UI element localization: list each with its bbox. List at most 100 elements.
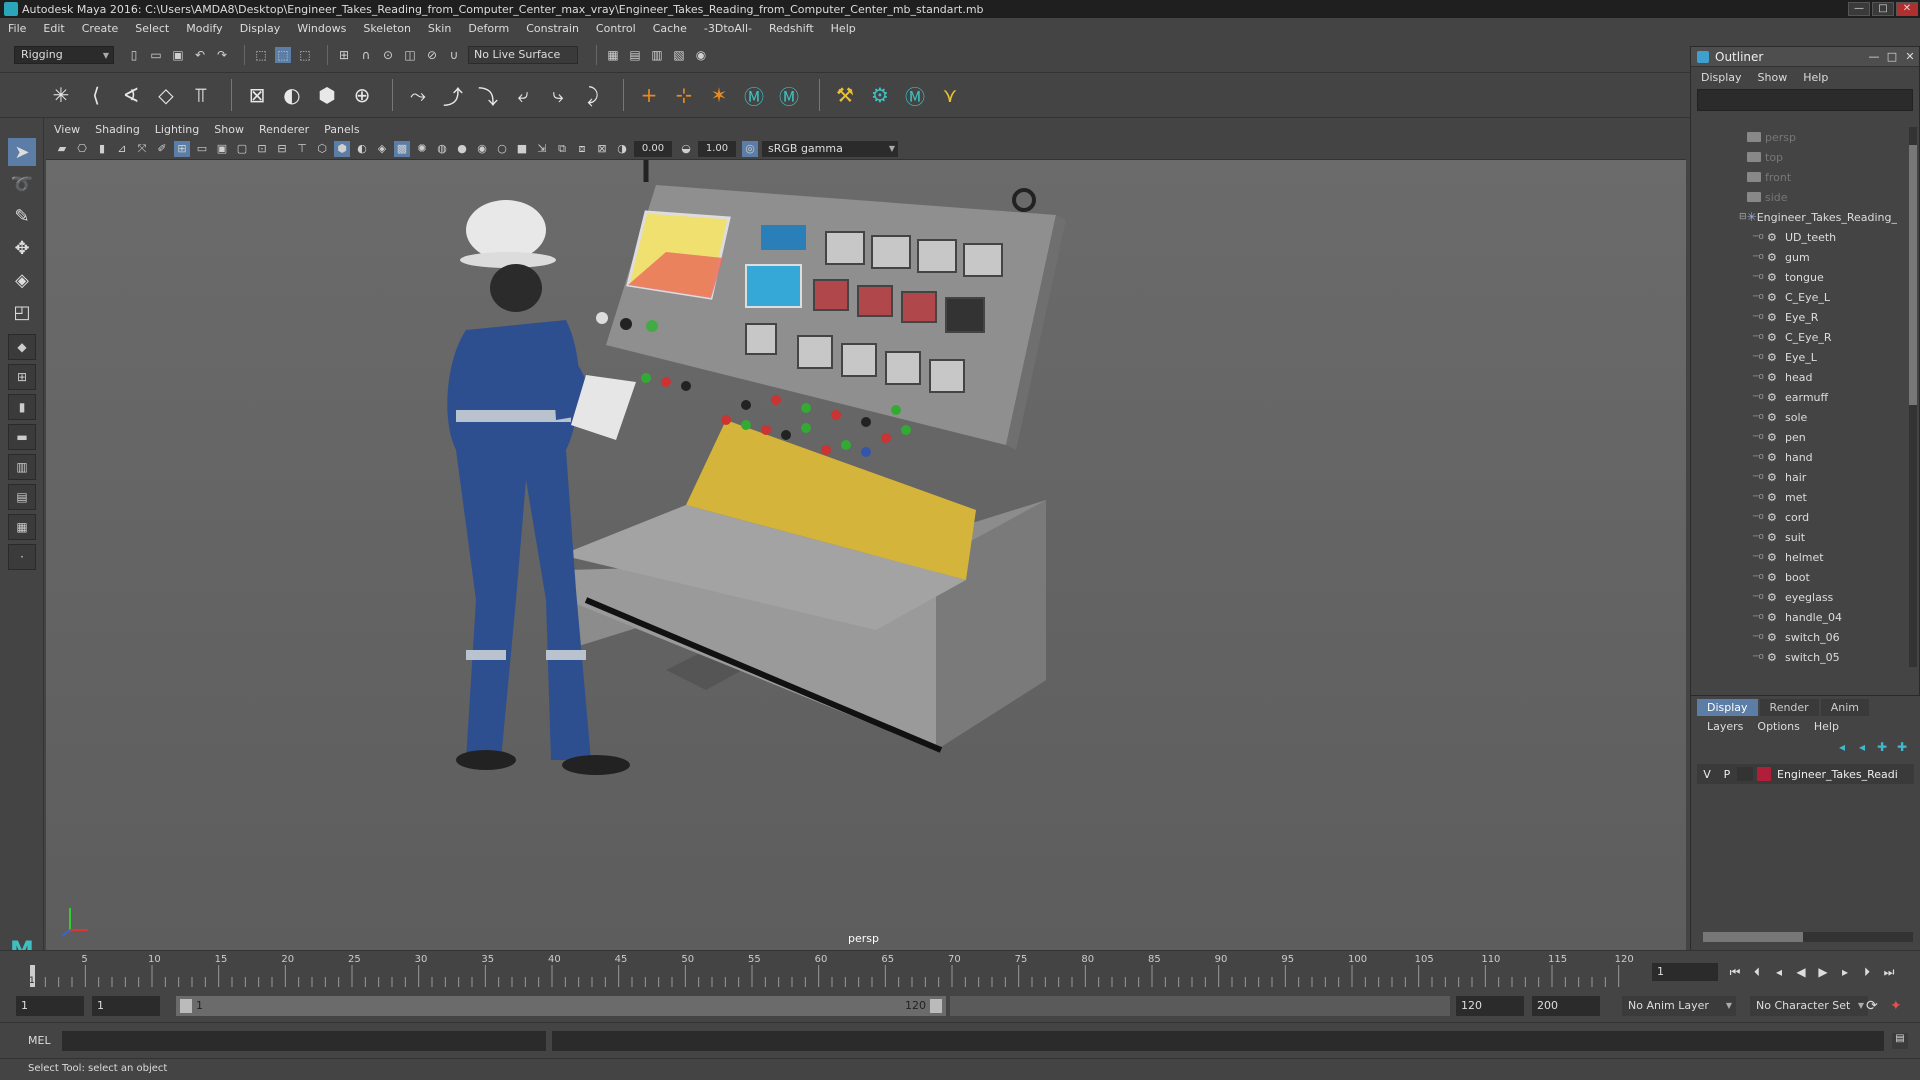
- menu-skin[interactable]: Skin: [428, 22, 451, 35]
- menu-file[interactable]: File: [8, 22, 26, 35]
- select-tool-icon[interactable]: ➤: [8, 138, 36, 166]
- snap-magnet-icon[interactable]: ∪: [446, 47, 462, 63]
- outliner-item[interactable]: ─o ⚙ C_Eye_L: [1697, 287, 1897, 307]
- range-start-handle[interactable]: [180, 999, 192, 1013]
- outliner-close-button[interactable]: ✕: [1901, 50, 1919, 63]
- mirror-weights-icon[interactable]: ⤷: [543, 80, 573, 110]
- play-backward-icon[interactable]: ◀: [1790, 963, 1812, 981]
- outliner-item[interactable]: ─o ⚙ switch_06: [1697, 627, 1897, 647]
- xray-components-icon[interactable]: ⊠: [594, 141, 610, 157]
- default-material-icon[interactable]: ◐: [354, 141, 370, 157]
- detach-skin-icon[interactable]: ⤸: [578, 80, 608, 110]
- color-space-dropdown[interactable]: sRGB gamma: [762, 140, 898, 157]
- rotate-tool-icon[interactable]: ◈: [8, 266, 36, 294]
- outliner-item[interactable]: ─o ⚙ C_Eye_R: [1697, 327, 1897, 347]
- humanik-icon[interactable]: ⫪: [186, 80, 216, 110]
- menu-skeleton[interactable]: Skeleton: [363, 22, 411, 35]
- command-input[interactable]: [62, 1031, 546, 1051]
- vp-menu-show[interactable]: Show: [214, 123, 244, 136]
- layer-playback-toggle[interactable]: P: [1717, 768, 1737, 781]
- persp-node-layout-icon[interactable]: ▤: [8, 484, 36, 510]
- menu-windows[interactable]: Windows: [297, 22, 346, 35]
- outliner-item-root[interactable]: ⊟ ✳ Engineer_Takes_Reading_: [1697, 207, 1897, 227]
- time-slider[interactable]: 5 10 15 20 25 30 35 40 45 50 55 60 65 70 75 80 85 90 95 100…: [0, 950, 1920, 990]
- render-settings-icon[interactable]: ▧: [671, 47, 687, 63]
- outliner-item[interactable]: ─o ⚙ handle_04: [1697, 607, 1897, 627]
- paint-weights-icon[interactable]: ⤶: [508, 80, 538, 110]
- outliner-item[interactable]: ─o ⚙ Eye_L: [1697, 347, 1897, 367]
- use-all-lights-icon[interactable]: ✺: [414, 141, 430, 157]
- persp-outliner-layout-icon[interactable]: ▮: [8, 394, 36, 420]
- menu-select[interactable]: Select: [135, 22, 169, 35]
- outliner-item[interactable]: ─o ⚙ suit: [1697, 527, 1897, 547]
- persp-graph-layout-icon[interactable]: ▬: [8, 424, 36, 450]
- layer-menu-help[interactable]: Help: [1814, 720, 1839, 733]
- maximize-button[interactable]: □: [1872, 2, 1894, 16]
- scrollbar-thumb[interactable]: [1703, 932, 1803, 942]
- cluster-icon[interactable]: ◐: [277, 80, 307, 110]
- gamma-field[interactable]: 1.00: [698, 140, 736, 157]
- close-button[interactable]: ✕: [1896, 2, 1918, 16]
- wrap-deformer-icon[interactable]: ⬢: [312, 80, 342, 110]
- vp-menu-view[interactable]: View: [54, 123, 80, 136]
- anim-layer-dropdown[interactable]: No Anim Layer: [1622, 996, 1736, 1016]
- outliner-maximize-button[interactable]: □: [1883, 50, 1901, 63]
- playback-end-field[interactable]: 120: [1456, 996, 1524, 1016]
- range-end-handle[interactable]: [930, 999, 942, 1013]
- snap-grid-icon[interactable]: ⊞: [336, 47, 352, 63]
- time-ruler[interactable]: 5 10 15 20 25 30 35 40 45 50 55 60 65 70 75 80 85 90 95 100…: [28, 951, 1642, 987]
- textured-icon[interactable]: ▩: [394, 140, 410, 157]
- custom-layout-icon[interactable]: ·: [8, 544, 36, 570]
- outliner-item[interactable]: ─o ⚙ cord: [1697, 507, 1897, 527]
- single-perspective-layout-icon[interactable]: ◆: [8, 334, 36, 360]
- layer-visibility-toggle[interactable]: V: [1697, 768, 1717, 781]
- tab-display[interactable]: Display: [1697, 699, 1758, 716]
- persp-uv-layout-icon[interactable]: ▦: [8, 514, 36, 540]
- orient-constraint-icon[interactable]: ✶: [704, 80, 734, 110]
- shadows-icon[interactable]: ◍: [434, 141, 450, 157]
- wireframe-icon[interactable]: ⬡: [314, 141, 330, 157]
- connection-editor-icon[interactable]: ⚙: [865, 80, 895, 110]
- playback-start-field[interactable]: 1: [92, 996, 160, 1016]
- outliner-item[interactable]: ─o ⚙ switch_05: [1697, 647, 1897, 667]
- interactive-bind-icon[interactable]: ⤵: [473, 80, 503, 110]
- hypershade-icon[interactable]: ◉: [693, 47, 709, 63]
- collapse-icon[interactable]: ⊟: [1739, 212, 1747, 222]
- layer-menu-options[interactable]: Options: [1757, 720, 1799, 733]
- color-management-icon[interactable]: ◎: [742, 140, 758, 157]
- auto-key-icon[interactable]: ⟳: [1866, 998, 1878, 1014]
- select-hierarchy-icon[interactable]: ⬚: [253, 47, 269, 63]
- menu-3dtoall[interactable]: -3DtoAll-: [704, 22, 752, 35]
- outliner-item[interactable]: ─o ⚙ Eye_R: [1697, 307, 1897, 327]
- outliner-menu-display[interactable]: Display: [1701, 71, 1742, 84]
- menu-set-dropdown[interactable]: Rigging: [14, 46, 114, 64]
- camera-select-icon[interactable]: ▰: [54, 141, 70, 157]
- resolution-gate-icon[interactable]: ▣: [214, 141, 230, 157]
- soft-mod-icon[interactable]: ⊕: [347, 80, 377, 110]
- smooth-shade-icon[interactable]: ⬢: [334, 140, 350, 157]
- step-back-frame-icon[interactable]: ◂: [1768, 963, 1790, 981]
- bind-skin-icon[interactable]: ⤳: [403, 80, 433, 110]
- outliner-item[interactable]: ─o ⚙ hair: [1697, 467, 1897, 487]
- script-language-label[interactable]: MEL: [28, 1034, 51, 1047]
- outliner-item[interactable]: ─o ⚙ gum: [1697, 247, 1897, 267]
- grid-toggle-icon[interactable]: ⊞: [174, 140, 190, 157]
- four-view-layout-icon[interactable]: ⊞: [8, 364, 36, 390]
- menu-display[interactable]: Display: [240, 22, 281, 35]
- outliner-item[interactable]: ─o ⚙ pen: [1697, 427, 1897, 447]
- perspective-viewport[interactable]: persp: [46, 160, 1686, 950]
- move-tool-icon[interactable]: ✥: [8, 234, 36, 262]
- menu-constrain[interactable]: Constrain: [526, 22, 579, 35]
- grease-pencil-icon[interactable]: ✐: [154, 141, 170, 157]
- live-surface-field[interactable]: No Live Surface: [468, 46, 578, 64]
- select-component-icon[interactable]: ⬚: [297, 47, 313, 63]
- pole-vector-icon[interactable]: Ⓜ: [774, 80, 804, 110]
- outliner-menu-show[interactable]: Show: [1758, 71, 1788, 84]
- outliner-item-persp[interactable]: persp: [1697, 127, 1897, 147]
- layer-row[interactable]: V P Engineer_Takes_Readi: [1697, 764, 1914, 784]
- ik-handle-icon[interactable]: ⟨: [81, 80, 111, 110]
- outliner-item[interactable]: ─o ⚙ helmet: [1697, 547, 1897, 567]
- image-plane-icon[interactable]: ⊿: [114, 141, 130, 157]
- script-editor-icon[interactable]: ▤: [1892, 1033, 1908, 1049]
- outliner-item[interactable]: ─o ⚙ UD_teeth: [1697, 227, 1897, 247]
